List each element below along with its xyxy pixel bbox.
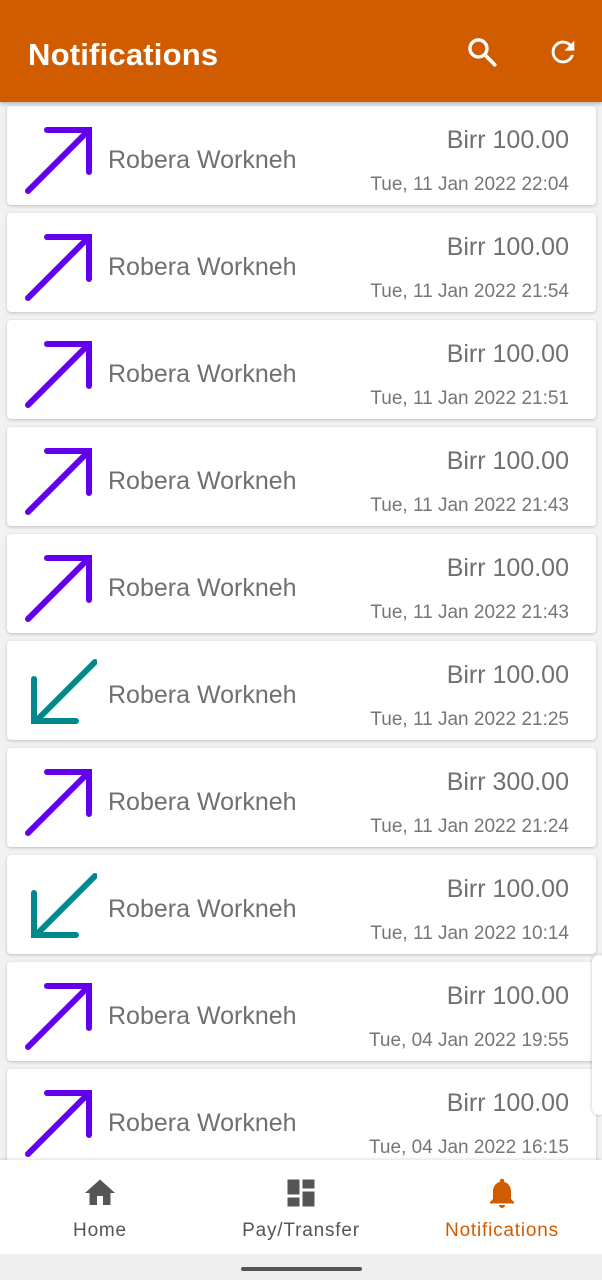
notification-name: Robera Workneh: [108, 574, 297, 602]
bottom-navigation: Home Pay/Transfer Notifications: [0, 1160, 602, 1254]
nav-home-label: Home: [73, 1220, 127, 1241]
nav-home[interactable]: Home: [0, 1160, 200, 1254]
notification-date: Tue, 11 Jan 2022 21:43: [370, 602, 569, 623]
nav-notifications-label: Notifications: [445, 1220, 559, 1241]
outgoing-arrow-icon: [25, 234, 92, 301]
notification-date: Tue, 11 Jan 2022 21:51: [370, 388, 569, 409]
dashboard-icon: [287, 1179, 315, 1207]
system-navigation-bar: [0, 1254, 602, 1280]
scroll-handle[interactable]: [592, 955, 602, 1115]
incoming-arrow-icon: [31, 873, 97, 938]
notification-card[interactable]: Robera Workneh Birr 100.00 Tue, 11 Jan 2…: [7, 106, 596, 205]
outgoing-arrow-icon: [25, 341, 92, 408]
outgoing-arrow-icon: [25, 127, 92, 194]
notification-name: Robera Workneh: [108, 788, 297, 816]
notification-name: Robera Workneh: [108, 467, 297, 495]
notification-card[interactable]: Robera Workneh Birr 100.00 Tue, 11 Jan 2…: [7, 641, 596, 740]
notification-list[interactable]: Robera Workneh Birr 100.00 Tue, 11 Jan 2…: [0, 102, 602, 1160]
notification-amount: Birr 100.00: [446, 875, 569, 903]
notification-name: Robera Workneh: [108, 253, 297, 281]
page-title: Notifications: [28, 37, 219, 72]
search-button[interactable]: [462, 32, 502, 72]
notification-date: Tue, 04 Jan 2022 16:15: [368, 1137, 569, 1158]
notification-date: Tue, 11 Jan 2022 10:14: [370, 923, 569, 944]
notification-date: Tue, 11 Jan 2022 21:24: [370, 816, 569, 837]
notification-card[interactable]: Robera Workneh Birr 300.00 Tue, 11 Jan 2…: [7, 748, 596, 847]
notification-card[interactable]: Robera Workneh Birr 100.00 Tue, 11 Jan 2…: [7, 320, 596, 419]
notification-amount: Birr 100.00: [446, 233, 569, 261]
notification-name: Robera Workneh: [108, 681, 297, 709]
notification-amount: Birr 100.00: [446, 661, 569, 689]
nav-notifications[interactable]: Notifications: [402, 1160, 602, 1254]
outgoing-arrow-icon: [25, 1090, 92, 1157]
notification-card[interactable]: Robera Workneh Birr 100.00 Tue, 11 Jan 2…: [7, 213, 596, 312]
notification-card[interactable]: Robera Workneh Birr 100.00 Tue, 04 Jan 2…: [7, 962, 596, 1061]
notification-name: Robera Workneh: [108, 146, 297, 174]
nav-pay-transfer-label: Pay/Transfer: [242, 1220, 360, 1241]
notification-amount: Birr 100.00: [446, 982, 569, 1010]
notification-name: Robera Workneh: [108, 1002, 297, 1030]
notification-date: Tue, 11 Jan 2022 21:54: [370, 281, 569, 302]
notification-name: Robera Workneh: [108, 360, 297, 388]
notification-date: Tue, 11 Jan 2022 21:43: [370, 495, 569, 516]
refresh-icon: [551, 40, 575, 64]
notification-card[interactable]: Robera Workneh Birr 100.00 Tue, 04 Jan 2…: [7, 1069, 596, 1160]
bell-icon: [490, 1178, 514, 1208]
nav-pay-transfer[interactable]: Pay/Transfer: [201, 1160, 401, 1254]
notification-date: Tue, 11 Jan 2022 21:25: [370, 709, 569, 730]
notification-name: Robera Workneh: [108, 895, 297, 923]
notification-amount: Birr 100.00: [446, 447, 569, 475]
home-icon: [85, 1179, 115, 1205]
notification-date: Tue, 11 Jan 2022 22:04: [370, 174, 569, 195]
search-icon: [468, 38, 497, 67]
outgoing-arrow-icon: [25, 983, 92, 1050]
outgoing-arrow-icon: [25, 555, 92, 622]
notification-card[interactable]: Robera Workneh Birr 100.00 Tue, 11 Jan 2…: [7, 534, 596, 633]
notification-name: Robera Workneh: [108, 1109, 297, 1137]
notification-amount: Birr 300.00: [446, 768, 569, 796]
incoming-arrow-icon: [31, 659, 97, 724]
notification-card[interactable]: Robera Workneh Birr 100.00 Tue, 11 Jan 2…: [7, 855, 596, 954]
notification-card[interactable]: Robera Workneh Birr 100.00 Tue, 11 Jan 2…: [7, 427, 596, 526]
notification-amount: Birr 100.00: [446, 554, 569, 582]
outgoing-arrow-icon: [25, 448, 92, 515]
outgoing-arrow-icon: [25, 769, 92, 836]
home-gesture-pill[interactable]: [241, 1267, 362, 1271]
notification-date: Tue, 04 Jan 2022 19:55: [368, 1030, 569, 1051]
refresh-button[interactable]: [543, 32, 583, 72]
notification-amount: Birr 100.00: [446, 1089, 569, 1117]
app-bar: Notifications: [0, 0, 602, 102]
notification-amount: Birr 100.00: [446, 126, 569, 154]
notification-amount: Birr 100.00: [446, 340, 569, 368]
